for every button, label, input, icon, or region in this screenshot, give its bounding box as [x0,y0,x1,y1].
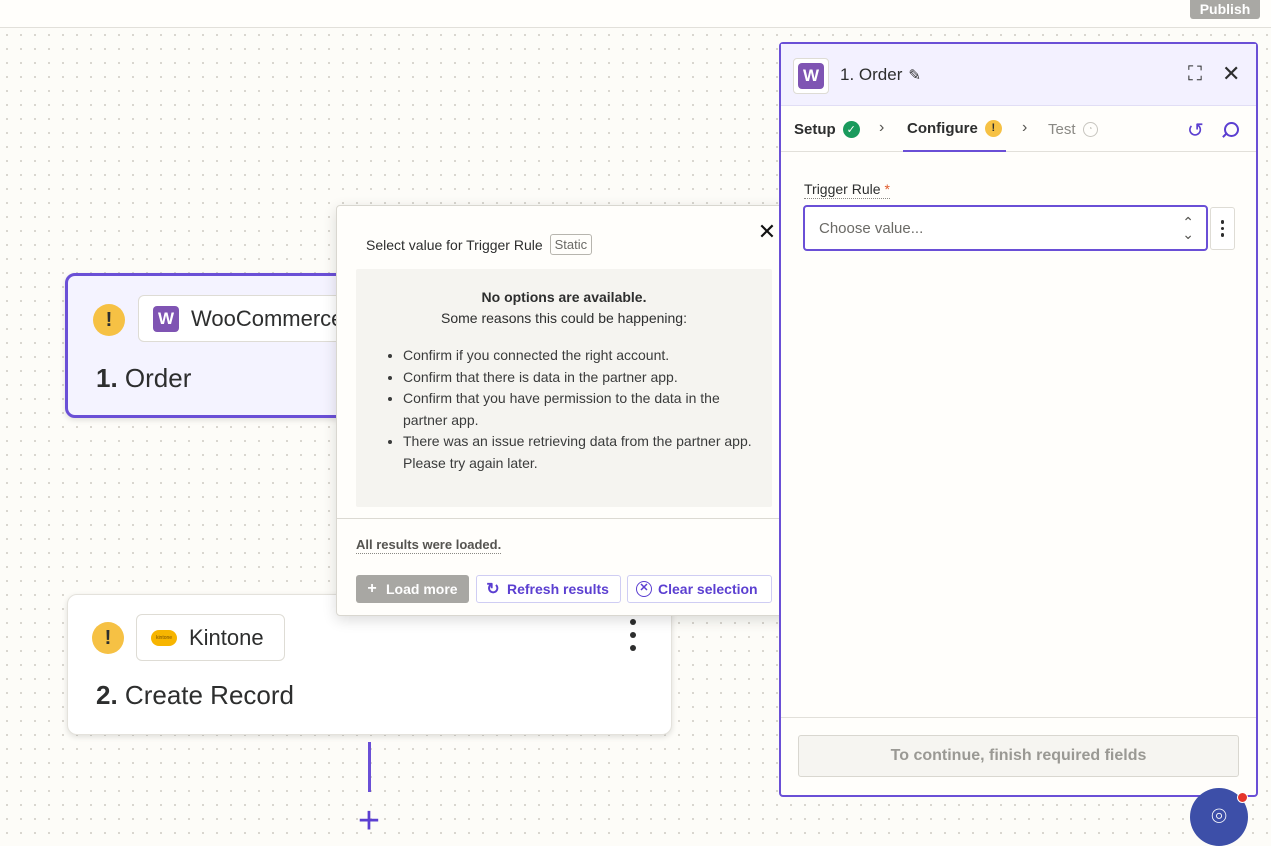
warning-icon: ! [984,119,1002,137]
list-item: There was an issue retrieving data from … [403,431,763,474]
close-icon[interactable]: ✕ [1222,61,1240,87]
panel-title[interactable]: 1. Order ✎ [840,65,921,85]
publish-button[interactable]: Publish [1190,0,1260,19]
warning-icon: ! [93,304,125,336]
chevron-right-icon: › [1022,119,1028,136]
refresh-icon: ↻ [486,581,500,598]
reasons-list: Confirm if you connected the right accou… [403,345,763,474]
step-connector [368,742,371,792]
woocommerce-logo-icon: W [798,63,824,89]
check-circle-icon: ✓ [842,120,860,138]
trigger-rule-label: Trigger Rule * [804,181,890,199]
app-name: WooCommerce [191,305,344,331]
updown-icon: ⌃ ⌄ [1182,214,1194,242]
step-card-order[interactable]: ! W WooCommerce 1. Order [65,273,368,418]
divider [781,717,1256,718]
add-step-plus-icon[interactable]: + [352,802,386,840]
tab-setup[interactable]: Setup ✓ [794,106,860,152]
load-more-button[interactable]: + Load more [356,575,469,603]
search-icon[interactable] [1224,122,1239,137]
top-bar: Publish [0,0,1271,28]
clear-selection-button[interactable]: ✕ Clear selection [627,575,772,603]
required-mark: * [884,181,890,197]
field-options-kebab-icon[interactable] [1210,207,1235,250]
clear-circle-icon: ✕ [636,581,652,597]
pencil-icon[interactable]: ✎ [908,66,921,84]
refresh-results-button[interactable]: ↻ Refresh results [476,575,621,603]
panel-tabs: Setup ✓ › Configure ! › Test ◔ ↺ [781,106,1256,152]
continue-button[interactable]: To continue, finish required fields [798,735,1239,777]
notification-dot [1237,792,1248,803]
expand-icon[interactable]: ⛶ [1188,63,1202,86]
step-title: 1. Order [96,363,192,393]
trigger-rule-select[interactable]: Choose value... ⌃ ⌄ [803,205,1208,251]
timer-icon: ◔ [1082,121,1098,137]
app-chip-woocommerce: W WooCommerce [138,295,368,342]
select-value-popover: Select value for Trigger Rule Static ✕ N… [336,205,792,616]
list-item: Confirm that you have permission to the … [403,388,763,431]
results-loaded-text: All results were loaded. [356,537,502,554]
divider [337,518,791,519]
plus-icon: + [367,580,377,597]
popover-title: Select value for Trigger Rule Static [366,234,593,255]
step-editor-panel: W 1. Order ✎ ⛶ ✕ Setup ✓ › Configure ! ›… [779,42,1258,797]
list-item: Confirm that there is data in the partne… [403,367,763,389]
woocommerce-logo-icon: W [153,305,179,332]
step-title: 2. Create Record [96,680,294,710]
close-icon[interactable]: ✕ [755,220,779,244]
static-tag: Static [549,234,593,255]
notice-heading: No options are available. [481,289,647,305]
list-item: Confirm if you connected the right accou… [403,345,763,367]
app-name: Kintone [189,624,264,650]
chevron-right-icon: › [879,119,885,136]
step-menu-kebab-icon[interactable] [628,619,638,651]
tab-configure[interactable]: Configure ! [903,106,1006,152]
notice-subtext: Some reasons this could be happening: [441,310,687,326]
app-chip-kintone: kintone Kintone [136,614,285,661]
no-options-notice: No options are available. Some reasons t… [356,269,772,507]
panel-app-logo: W [793,58,829,94]
warning-icon: ! [92,622,124,654]
tab-test[interactable]: Test ◔ [1048,106,1098,152]
kintone-logo-icon: kintone [151,629,177,646]
panel-header: W 1. Order ✎ ⛶ ✕ [781,44,1256,106]
select-placeholder: Choose value... [819,219,924,237]
refresh-icon[interactable]: ↺ [1187,118,1204,143]
